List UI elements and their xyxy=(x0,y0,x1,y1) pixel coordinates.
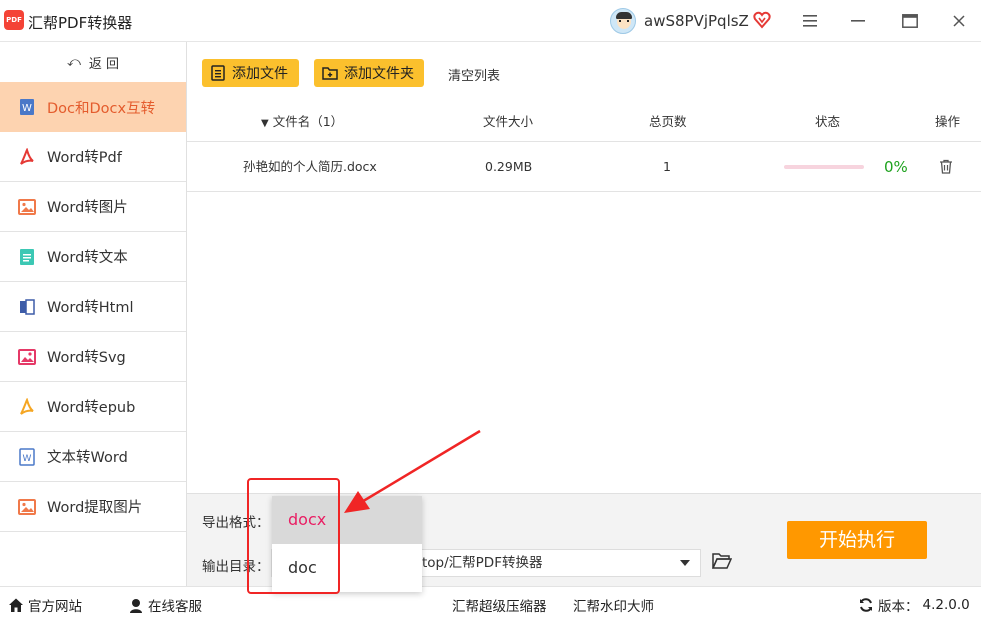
clear-list-button[interactable]: 清空列表 xyxy=(448,65,500,84)
file-name: 孙艳如的个人简历.docx xyxy=(243,159,377,174)
header-action: 操作 xyxy=(935,114,961,129)
sidebar-item-extract-image[interactable]: Word提取图片 xyxy=(0,482,186,532)
sidebar-item-text-word[interactable]: W 文本转Word xyxy=(0,432,186,482)
compressor-link[interactable]: 汇帮超级压缩器 xyxy=(452,595,547,615)
add-folder-label: 添加文件夹 xyxy=(344,66,414,82)
sidebar-item-label: 文本转Word xyxy=(47,450,128,466)
html-icon xyxy=(17,297,37,317)
back-arrow-icon: ⤺ xyxy=(66,54,81,70)
folder-plus-icon xyxy=(322,67,338,80)
epub-icon xyxy=(17,397,37,417)
add-folder-button[interactable]: 添加文件夹 xyxy=(314,59,424,87)
extract-image-icon xyxy=(17,497,37,517)
menu-icon[interactable] xyxy=(797,8,823,34)
svg-text:W: W xyxy=(23,454,32,464)
version-value: 4.2.0.0 xyxy=(922,597,970,613)
file-table-header: ▼ 文件名（1） 文件大小 总页数 状态 操作 xyxy=(187,102,981,142)
sidebar-item-word-svg[interactable]: Word转Svg xyxy=(0,332,186,382)
close-icon[interactable] xyxy=(946,8,972,34)
open-folder-icon[interactable] xyxy=(712,552,732,570)
minimize-icon[interactable] xyxy=(845,8,871,34)
vip-heart-icon[interactable] xyxy=(752,10,772,30)
toolbar: 添加文件 添加文件夹 清空列表 xyxy=(187,42,981,102)
sort-name-header[interactable]: ▼ 文件名（1） xyxy=(261,102,343,142)
version-info[interactable]: 版本： 4.2.0.0 xyxy=(858,595,970,615)
footer-bar: 官方网站 在线客服 汇帮超级压缩器 汇帮水印大师 版本： 4.2.0.0 xyxy=(0,586,981,620)
page-count: 1 xyxy=(663,159,671,174)
service-link[interactable]: 在线客服 xyxy=(128,595,202,615)
header-size: 文件大小 xyxy=(483,114,534,129)
add-file-label: 添加文件 xyxy=(232,66,288,82)
image-icon xyxy=(17,197,37,217)
home-icon xyxy=(9,598,23,612)
header-status: 状态 xyxy=(815,114,841,129)
refresh-icon xyxy=(860,598,872,612)
sidebar-item-label: Word转Html xyxy=(47,300,134,316)
table-row[interactable]: 孙艳如的个人简历.docx 0.29MB 1 0% xyxy=(187,142,981,192)
word-file-icon: W xyxy=(17,447,37,467)
header-name: 文件名（1） xyxy=(272,114,344,129)
pdf-icon xyxy=(17,147,37,167)
sidebar-item-doc-docx[interactable]: W Doc和Docx互转 xyxy=(0,82,186,132)
maximize-icon[interactable] xyxy=(897,8,923,34)
service-label: 在线客服 xyxy=(148,599,202,615)
file-size: 0.29MB xyxy=(485,159,533,174)
back-label: 返 回 xyxy=(88,56,120,72)
status-percent: 0% xyxy=(884,158,908,176)
progress-bar xyxy=(784,165,864,169)
version-label: 版本： xyxy=(878,599,919,615)
sidebar-item-word-text[interactable]: Word转文本 xyxy=(0,232,186,282)
sort-down-icon: ▼ xyxy=(261,118,269,129)
sidebar-item-label: Word转文本 xyxy=(47,250,128,266)
sidebar-item-label: Word转Pdf xyxy=(47,150,122,166)
sidebar-item-label: Word转图片 xyxy=(47,200,128,216)
website-link[interactable]: 官方网站 xyxy=(8,595,82,615)
sidebar-item-word-pdf[interactable]: Word转Pdf xyxy=(0,132,186,182)
file-list-icon xyxy=(211,65,225,81)
headset-icon xyxy=(130,599,142,613)
title-bar: PDF 汇帮PDF转换器 awS8PVjPqlsZ xyxy=(0,0,981,42)
compressor-label: 汇帮超级压缩器 xyxy=(452,599,547,615)
website-label: 官方网站 xyxy=(28,599,82,615)
back-button[interactable]: ⤺ 返 回 xyxy=(0,42,186,82)
sidebar: ⤺ 返 回 W Doc和Docx互转 Word转Pdf Word转图片 Word… xyxy=(0,42,187,586)
sidebar-item-word-image[interactable]: Word转图片 xyxy=(0,182,186,232)
svg-image-icon xyxy=(17,347,37,367)
sidebar-item-label: Word转Svg xyxy=(47,350,126,366)
watermark-link[interactable]: 汇帮水印大师 xyxy=(573,595,654,615)
sidebar-item-label: Word提取图片 xyxy=(47,500,143,516)
annotation-highlight-box xyxy=(247,478,340,594)
sidebar-item-label: Word转epub xyxy=(47,400,136,416)
sidebar-item-label: Doc和Docx互转 xyxy=(47,100,156,117)
add-file-button[interactable]: 添加文件 xyxy=(202,59,299,87)
sidebar-item-word-html[interactable]: Word转Html xyxy=(0,282,186,332)
user-avatar[interactable] xyxy=(610,8,636,34)
annotation-arrow-icon xyxy=(344,429,481,513)
app-logo-icon: PDF xyxy=(4,10,24,30)
word-doc-icon: W xyxy=(17,97,37,117)
sidebar-item-word-epub[interactable]: Word转epub xyxy=(0,382,186,432)
watermark-label: 汇帮水印大师 xyxy=(573,599,654,615)
app-title: 汇帮PDF转换器 xyxy=(28,14,133,32)
start-button[interactable]: 开始执行 xyxy=(787,521,927,559)
text-file-icon xyxy=(17,247,37,267)
chevron-down-icon xyxy=(680,560,690,566)
output-dir-value: top/汇帮PDF转换器 xyxy=(422,555,543,571)
username[interactable]: awS8PVjPqlsZ xyxy=(644,12,749,30)
delete-icon[interactable] xyxy=(939,159,953,175)
svg-text:W: W xyxy=(22,103,32,114)
header-pages: 总页数 xyxy=(649,114,687,129)
